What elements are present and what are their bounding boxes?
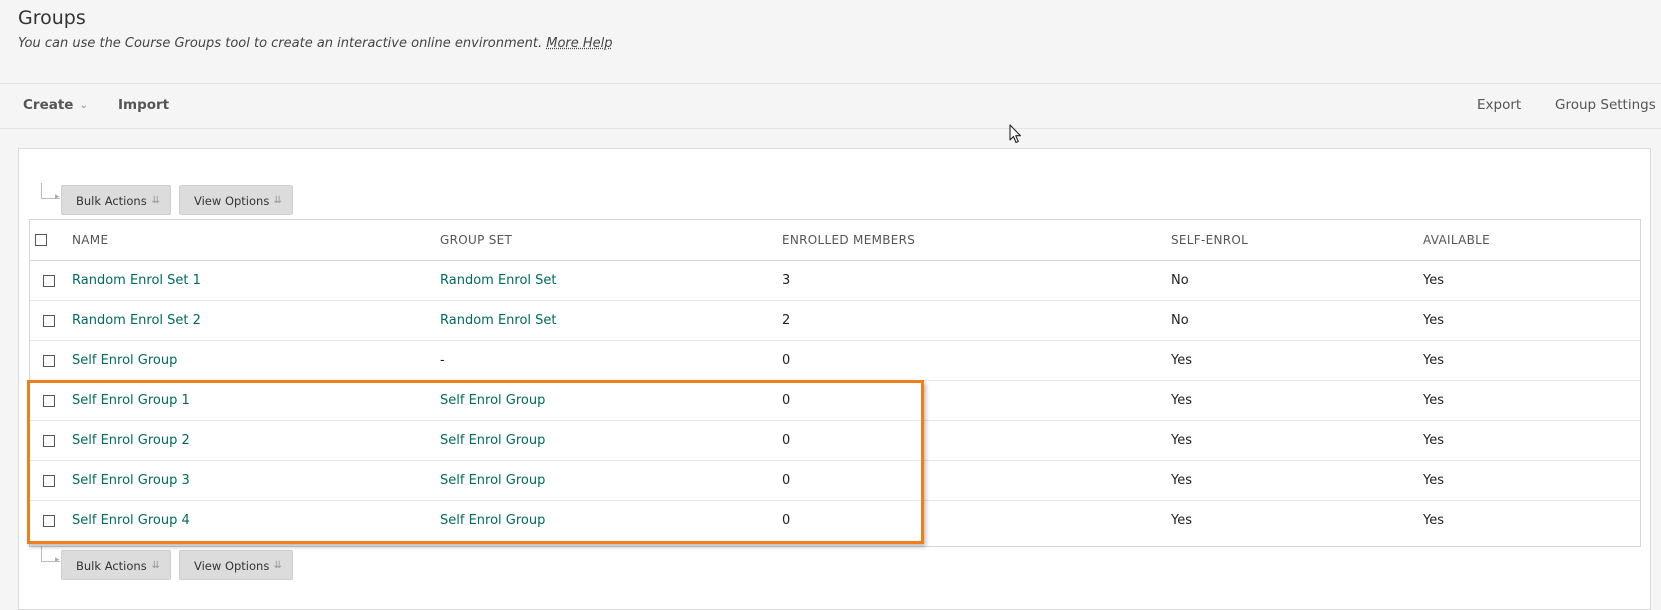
row-checkbox[interactable]	[43, 315, 55, 327]
self-enrol-value: Yes	[1171, 353, 1192, 368]
bulk-actions-label: Bulk Actions	[76, 194, 147, 208]
group-set-link[interactable]: Self Enrol Group	[440, 461, 545, 501]
table-row: Self Enrol Group - 0 Yes Yes	[30, 341, 1640, 381]
row-checkbox[interactable]	[43, 395, 55, 407]
available-value: Yes	[1423, 473, 1444, 488]
self-enrol-value: No	[1171, 313, 1189, 328]
enrolled-members-count: 0	[782, 513, 791, 528]
group-set-link[interactable]: Self Enrol Group	[440, 501, 545, 541]
group-name-link[interactable]: Self Enrol Group	[72, 341, 177, 381]
row-checkbox[interactable]	[43, 515, 55, 527]
row-checkbox[interactable]	[43, 475, 55, 487]
view-options-button[interactable]: View Options ⇊	[179, 550, 293, 580]
self-enrol-value: Yes	[1171, 393, 1192, 408]
available-value: Yes	[1423, 393, 1444, 408]
page-description-text: You can use the Course Groups tool to cr…	[18, 36, 543, 51]
column-header-group-set[interactable]: GROUP SET	[440, 220, 512, 260]
double-chevron-down-icon: ⇊	[151, 560, 160, 571]
group-settings-button[interactable]: Group Settings	[1555, 97, 1656, 113]
mouse-pointer-icon	[1009, 124, 1022, 144]
available-value: Yes	[1423, 273, 1444, 288]
double-chevron-down-icon: ⇊	[273, 195, 282, 206]
create-label: Create	[23, 97, 74, 113]
group-name-link[interactable]: Self Enrol Group 4	[72, 501, 190, 541]
group-name-link[interactable]: Random Enrol Set 2	[72, 301, 201, 341]
groups-content-panel: ▸ Bulk Actions ⇊ View Options ⇊ NAME GRO…	[18, 148, 1651, 610]
table-row: Random Enrol Set 2 Random Enrol Set 2 No…	[30, 301, 1640, 341]
groups-table: NAME GROUP SET ENROLLED MEMBERS SELF-ENR…	[29, 219, 1641, 547]
chevron-down-icon: ⌄	[79, 100, 88, 111]
connector-arrowhead-icon: ▸	[55, 192, 60, 202]
page-description: You can use the Course Groups tool to cr…	[18, 36, 613, 51]
enrolled-members-count: 0	[782, 433, 791, 448]
view-options-button[interactable]: View Options ⇊	[179, 185, 293, 215]
export-button[interactable]: Export	[1477, 97, 1521, 113]
column-header-name[interactable]: NAME	[72, 220, 108, 260]
group-name-link[interactable]: Self Enrol Group 3	[72, 461, 190, 501]
available-value: Yes	[1423, 313, 1444, 328]
enrolled-members-count: 0	[782, 393, 791, 408]
column-header-available[interactable]: AVAILABLE	[1423, 220, 1490, 260]
group-set-link[interactable]: Random Enrol Set	[440, 261, 557, 301]
column-header-enrolled-members[interactable]: ENROLLED MEMBERS	[782, 220, 915, 260]
enrolled-members-count: 2	[782, 313, 791, 328]
self-enrol-value: Yes	[1171, 513, 1192, 528]
view-options-label: View Options	[194, 194, 270, 208]
table-row: Self Enrol Group 4 Self Enrol Group 0 Ye…	[30, 501, 1640, 541]
double-chevron-down-icon: ⇊	[151, 195, 160, 206]
create-menu-button[interactable]: Create ⌄	[23, 97, 88, 113]
self-enrol-value: Yes	[1171, 433, 1192, 448]
group-name-link[interactable]: Random Enrol Set 1	[72, 261, 201, 301]
double-chevron-down-icon: ⇊	[273, 560, 282, 571]
row-checkbox[interactable]	[43, 275, 55, 287]
group-set-value: -	[440, 353, 445, 368]
view-options-label: View Options	[194, 559, 270, 573]
self-enrol-value: No	[1171, 273, 1189, 288]
group-name-link[interactable]: Self Enrol Group 1	[72, 381, 190, 421]
row-checkbox[interactable]	[43, 355, 55, 367]
table-row: Self Enrol Group 1 Self Enrol Group 0 Ye…	[30, 381, 1640, 421]
row-checkbox[interactable]	[43, 435, 55, 447]
group-set-link[interactable]: Random Enrol Set	[440, 301, 557, 341]
action-bar: Create ⌄ Import Export Group Settings	[0, 83, 1661, 129]
group-set-link[interactable]: Self Enrol Group	[440, 381, 545, 421]
group-name-link[interactable]: Self Enrol Group 2	[72, 421, 190, 461]
self-enrol-value: Yes	[1171, 473, 1192, 488]
bulk-actions-label: Bulk Actions	[76, 559, 147, 573]
available-value: Yes	[1423, 433, 1444, 448]
table-row: Self Enrol Group 2 Self Enrol Group 0 Ye…	[30, 421, 1640, 461]
table-header-row: NAME GROUP SET ENROLLED MEMBERS SELF-ENR…	[30, 220, 1640, 261]
bulk-actions-button[interactable]: Bulk Actions ⇊	[61, 550, 171, 580]
enrolled-members-count: 0	[782, 473, 791, 488]
group-set-link[interactable]: Self Enrol Group	[440, 421, 545, 461]
select-all-checkbox[interactable]	[35, 234, 47, 246]
enrolled-members-count: 3	[782, 273, 791, 288]
page-title: Groups	[18, 7, 86, 29]
available-value: Yes	[1423, 513, 1444, 528]
import-button[interactable]: Import	[118, 97, 169, 113]
table-row: Random Enrol Set 1 Random Enrol Set 3 No…	[30, 261, 1640, 301]
bulk-actions-button[interactable]: Bulk Actions ⇊	[61, 185, 171, 215]
connector-arrowhead-icon: ▸	[55, 555, 60, 565]
enrolled-members-count: 0	[782, 353, 791, 368]
table-row: Self Enrol Group 3 Self Enrol Group 0 Ye…	[30, 461, 1640, 501]
column-header-self-enrol[interactable]: SELF-ENROL	[1171, 220, 1248, 260]
more-help-link[interactable]: More Help	[546, 36, 612, 51]
available-value: Yes	[1423, 353, 1444, 368]
